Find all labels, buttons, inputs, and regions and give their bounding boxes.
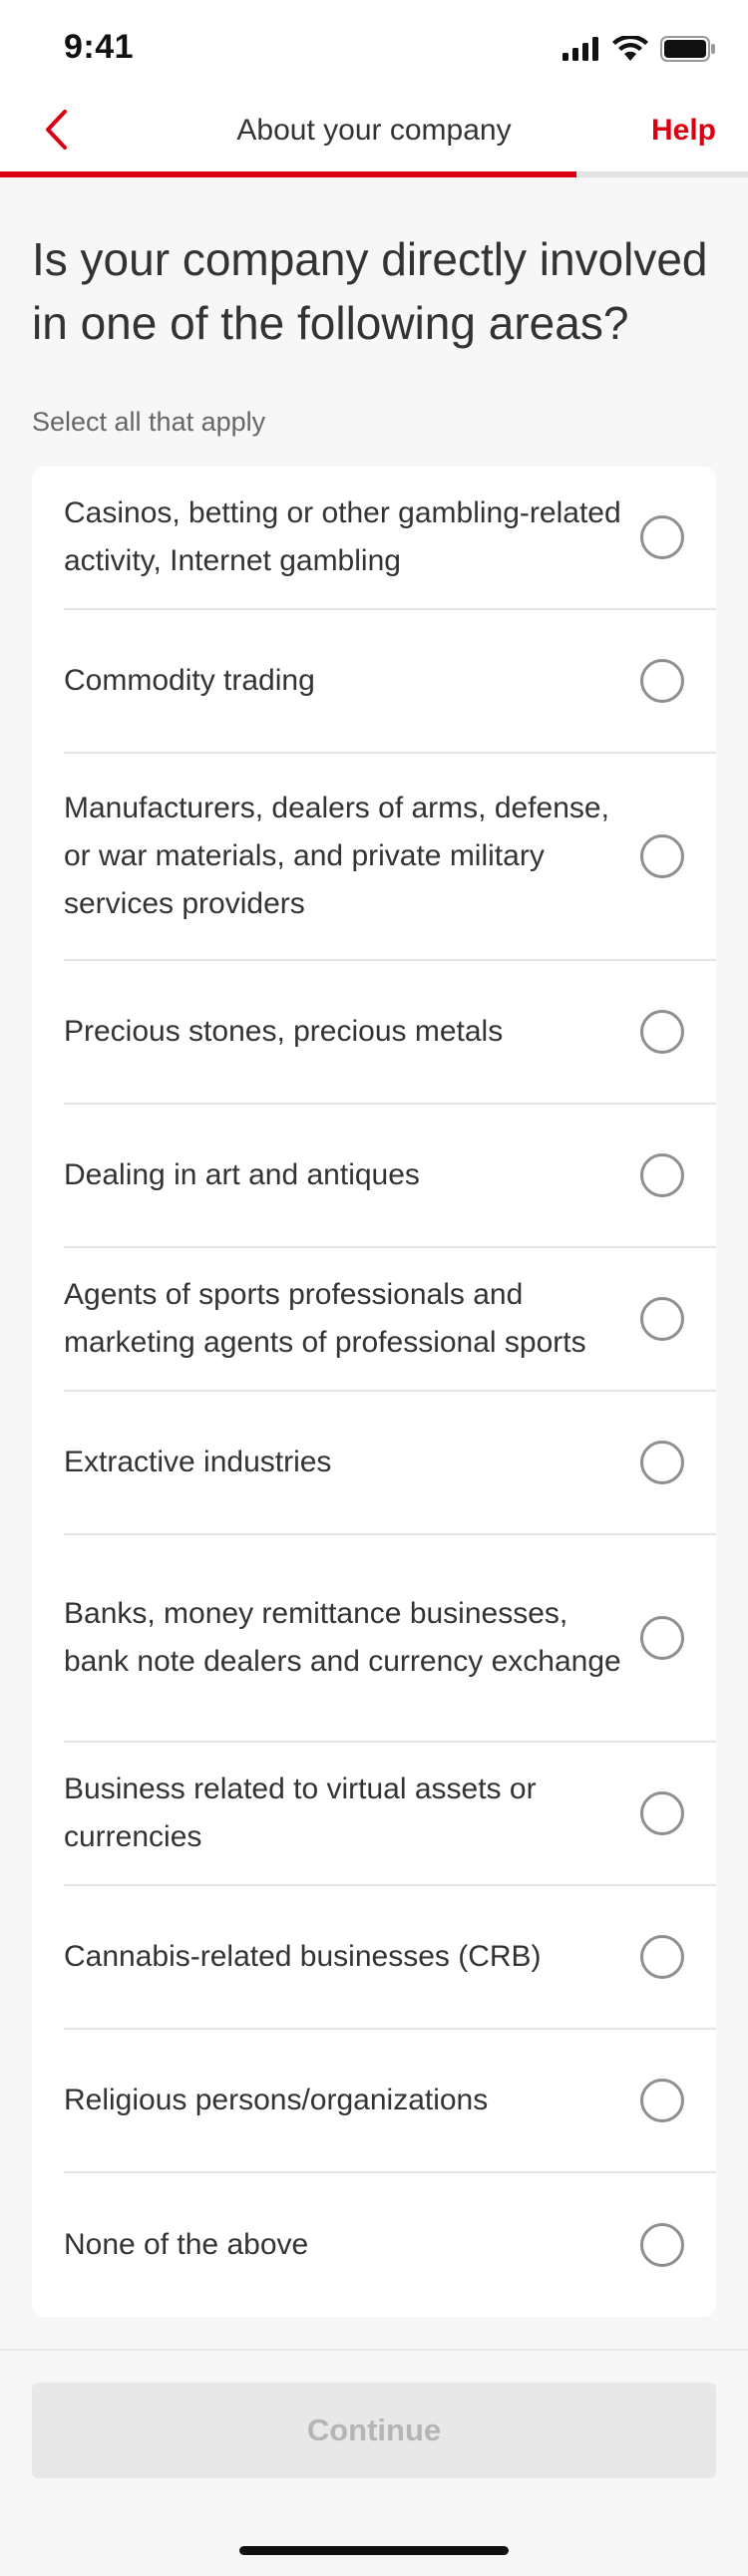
option-label: Casinos, betting or other gambling-relat… (64, 496, 621, 577)
option-content: None of the above (64, 2173, 716, 2317)
option-radio[interactable] (640, 1297, 684, 1341)
option-content: Extractive industries (64, 1392, 716, 1535)
option-content: Agents of sports professionals and marke… (64, 1248, 716, 1392)
option-radio[interactable] (640, 1010, 684, 1054)
status-bar: 9:41 (0, 0, 748, 92)
option-row[interactable]: Agents of sports professionals and marke… (32, 1248, 716, 1392)
option-content: Cannabis-related businesses (CRB) (64, 1886, 716, 2030)
question-title: Is your company directly involved in one… (32, 233, 708, 349)
progress-bar (0, 171, 748, 177)
question-hint: Select all that apply (32, 407, 266, 437)
option-label: Precious stones, precious metals (64, 1015, 504, 1048)
option-label: Business related to virtual assets or cu… (64, 1772, 537, 1853)
option-content: Business related to virtual assets or cu… (64, 1743, 716, 1886)
option-row[interactable]: Precious stones, precious metals (32, 961, 716, 1105)
option-label: Agents of sports professionals and marke… (64, 1278, 586, 1359)
option-row[interactable]: Dealing in art and antiques (32, 1105, 716, 1248)
option-row[interactable]: Banks, money remittance businesses, bank… (32, 1535, 716, 1743)
home-indicator (239, 2546, 509, 2555)
option-row[interactable]: Business related to virtual assets or cu… (32, 1743, 716, 1886)
continue-button[interactable]: Continue (32, 2383, 716, 2478)
option-label: Banks, money remittance businesses, bank… (64, 1597, 621, 1678)
status-icons (562, 34, 716, 67)
option-label: Manufacturers, dealers of arms, defense,… (64, 792, 609, 920)
option-radio[interactable] (640, 1153, 684, 1197)
option-radio[interactable] (640, 2223, 684, 2267)
progress-fill (0, 171, 576, 177)
help-link[interactable]: Help (651, 114, 716, 148)
option-content: Dealing in art and antiques (64, 1105, 716, 1248)
status-time: 9:41 (64, 28, 135, 66)
option-label: Religious persons/organizations (64, 2084, 489, 2116)
option-row[interactable]: None of the above (32, 2173, 716, 2317)
bottom-bar: Continue (0, 2349, 748, 2576)
option-content: Manufacturers, dealers of arms, defense,… (64, 754, 716, 961)
option-label: Cannabis-related businesses (CRB) (64, 1940, 542, 1973)
options-list: Casinos, betting or other gambling-relat… (32, 467, 716, 2317)
option-row[interactable]: Cannabis-related businesses (CRB) (32, 1886, 716, 2030)
option-row[interactable]: Manufacturers, dealers of arms, defense,… (32, 754, 716, 961)
option-radio[interactable] (640, 1616, 684, 1660)
option-radio[interactable] (640, 1441, 684, 1484)
option-radio[interactable] (640, 2079, 684, 2122)
option-label: Commodity trading (64, 664, 315, 697)
option-row[interactable]: Religious persons/organizations (32, 2030, 716, 2173)
option-label: Extractive industries (64, 1446, 332, 1478)
option-content: Casinos, betting or other gambling-relat… (64, 467, 716, 610)
option-radio[interactable] (640, 659, 684, 703)
option-row[interactable]: Extractive industries (32, 1392, 716, 1535)
option-row[interactable]: Casinos, betting or other gambling-relat… (32, 467, 716, 610)
nav-bar: About your company Help (0, 92, 748, 177)
option-radio[interactable] (640, 834, 684, 878)
option-content: Commodity trading (64, 610, 716, 754)
option-label: None of the above (64, 2228, 309, 2261)
option-radio[interactable] (640, 1791, 684, 1835)
wifi-icon (612, 34, 648, 67)
option-content: Precious stones, precious metals (64, 961, 716, 1105)
option-content: Religious persons/organizations (64, 2030, 716, 2173)
battery-icon (660, 36, 716, 67)
option-radio[interactable] (640, 1935, 684, 1979)
signal-icon (562, 37, 600, 66)
option-radio[interactable] (640, 515, 684, 559)
option-content: Banks, money remittance businesses, bank… (64, 1535, 716, 1743)
page-title: About your company (236, 114, 512, 147)
option-row[interactable]: Commodity trading (32, 610, 716, 754)
option-label: Dealing in art and antiques (64, 1158, 420, 1191)
